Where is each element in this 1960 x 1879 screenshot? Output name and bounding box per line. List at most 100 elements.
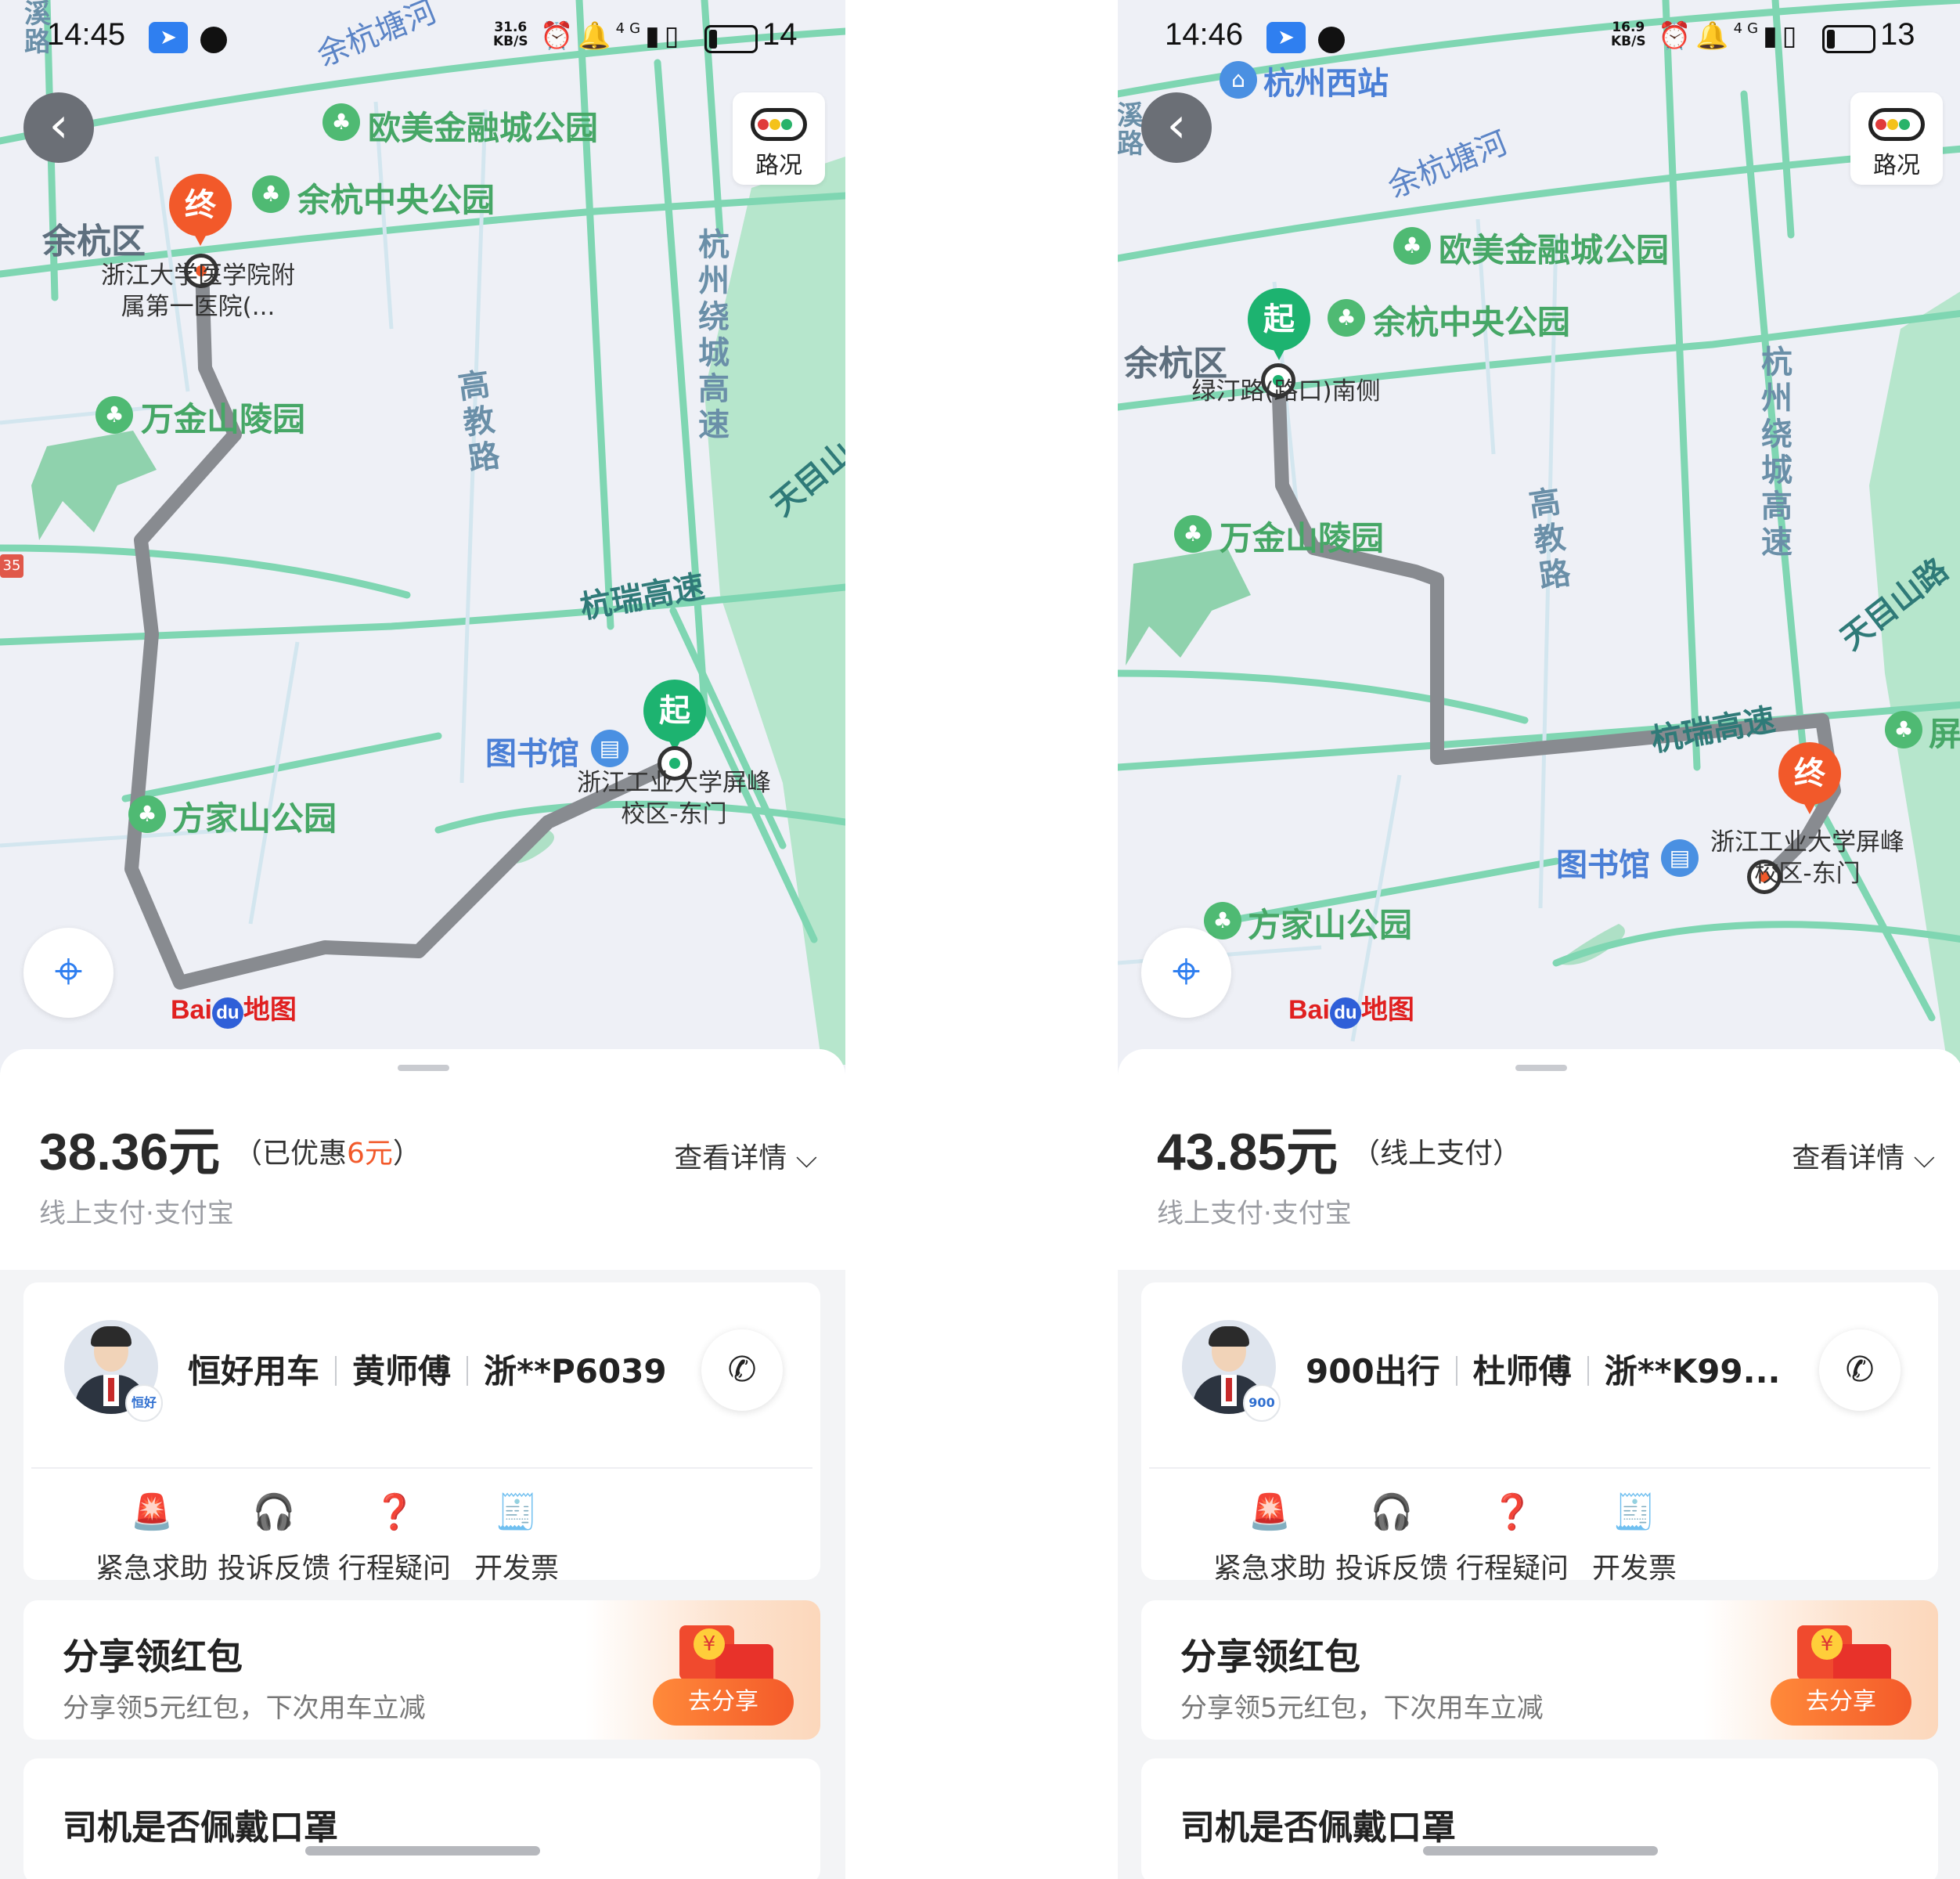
mask-survey-card[interactable]: 司机是否佩戴口罩 (1141, 1758, 1938, 1879)
mask-survey-title: 司机是否佩戴口罩 (1180, 1808, 1456, 1848)
poi-wanjinshan[interactable]: 万金山陵园 (1220, 512, 1384, 560)
fare-payment-note: （线上支付） (1352, 1138, 1522, 1170)
poi-fangjiashan-park[interactable]: 方家山公园 (172, 792, 337, 840)
sheet-drag-handle[interactable] (398, 1065, 449, 1071)
trip-sheet: 38.36元 （已优惠6元） 查看详情 ⌵ 线上支付·支付宝 恒好 恒好用车 黄师… (0, 1049, 845, 1879)
driver-info: 恒好用车 黄师傅 浙**P6039 (188, 1345, 667, 1393)
status-bar: 14:46 ➤ 16.9 KB/S ⏰🔔4G▮▯ 13 (1118, 14, 1960, 61)
share-card[interactable]: 分享领红包 分享领5元红包，下次用车立减 ¥ 去分享 (1141, 1600, 1938, 1740)
share-card[interactable]: 分享领红包 分享领5元红包，下次用车立减 ¥ 去分享 (23, 1600, 820, 1740)
notification-dot-icon (1318, 27, 1345, 53)
traffic-toggle-button[interactable]: 路况 (733, 92, 825, 185)
park-icon: ♣ (1328, 299, 1365, 337)
status-time: 14:45 (47, 17, 126, 52)
mask-survey-card[interactable]: 司机是否佩戴口罩 (23, 1758, 820, 1879)
end-pin[interactable]: 终 (1778, 742, 1841, 836)
library-icon: ▤ (591, 730, 629, 767)
share-title: 分享领红包 (63, 1636, 243, 1678)
train-station-icon: ⌂ (1220, 61, 1257, 99)
action-row: 🚨 紧急求助 🎧 投诉反馈 ❓ 行程疑问 🧾 开发票 (23, 1491, 820, 1585)
road-number-badge: 35 (0, 554, 23, 578)
call-driver-button[interactable]: ✆ (1819, 1329, 1901, 1411)
locate-button[interactable]: ⌖ (23, 928, 113, 1018)
screen-left: 余杭塘河 余杭区 杭瑞高速 杭州绕城高速 高教路 天目山 溪路 35 ♣ 欧美金… (0, 0, 845, 1879)
map-view[interactable]: 余杭塘河 余杭区 ⌂ 杭州西站 杭瑞高速 天目山路 杭州绕城高速 高教路 溪路 … (1118, 0, 1960, 1080)
status-icons: ⏰🔔4G▮▯ (1658, 20, 1802, 52)
status-time: 14:46 (1165, 17, 1244, 52)
poi-library[interactable]: 图书馆 (1556, 839, 1650, 885)
poi-oumei-park[interactable]: 欧美金融城公园 (368, 102, 598, 150)
view-details-link[interactable]: 查看详情 ⌵ (674, 1135, 817, 1176)
locate-icon: ⌖ (1172, 943, 1201, 1001)
road-label-ring-expressway: 杭州绕城高速 (1761, 344, 1792, 561)
network-speed: 16.9 KB/S (1611, 20, 1646, 49)
fare-panel: 43.85元 （线上支付） 查看详情 ⌵ 线上支付·支付宝 (1118, 1049, 1960, 1270)
locate-button[interactable]: ⌖ (1141, 928, 1231, 1018)
call-driver-button[interactable]: ✆ (701, 1329, 783, 1411)
fare-amount: 38.36元 (39, 1123, 221, 1181)
ride-company: 恒好用车 (188, 1352, 320, 1390)
map-view[interactable]: 余杭塘河 余杭区 杭瑞高速 杭州绕城高速 高教路 天目山 溪路 35 ♣ 欧美金… (0, 0, 845, 1080)
payment-method: 线上支付·支付宝 (39, 1198, 234, 1229)
invoice-button[interactable]: 🧾 开发票 (438, 1491, 595, 1586)
battery-level: 14 (762, 17, 798, 52)
map-background (0, 0, 845, 1065)
poi-library[interactable]: 图书馆 (485, 728, 579, 774)
cemetery-icon: ♣ (95, 396, 133, 434)
notification-dot-icon (200, 27, 227, 53)
sheet-drag-handle[interactable] (1515, 1065, 1567, 1071)
district-label: 余杭区 (42, 222, 146, 261)
go-share-button[interactable]: 去分享 (1771, 1679, 1911, 1726)
back-button[interactable]: ‹ (1141, 92, 1212, 163)
home-indicator[interactable] (1423, 1846, 1658, 1856)
poi-fangjiashan-park[interactable]: 方家山公园 (1248, 899, 1412, 947)
baidu-map-logo: Bai du 地图 (1288, 988, 1414, 1029)
park-icon: ♣ (252, 175, 290, 213)
chevron-left-icon: ‹ (49, 96, 69, 153)
traffic-light-icon (1868, 108, 1925, 141)
fare-amount: 43.85元 (1157, 1123, 1338, 1181)
share-subtitle: 分享领5元红包，下次用车立减 (1180, 1693, 1544, 1724)
share-subtitle: 分享领5元红包，下次用车立减 (63, 1693, 426, 1724)
end-location-label: 浙江工业大学屏峰校区-东门 (1710, 828, 1904, 888)
park-icon: ♣ (1393, 227, 1431, 265)
poi-hangzhou-west-station[interactable]: 杭州西站 (1263, 58, 1389, 103)
back-button[interactable]: ‹ (23, 92, 94, 163)
mask-survey-title: 司机是否佩戴口罩 (63, 1808, 338, 1848)
poi-yuhang-central-park[interactable]: 余杭中央公园 (297, 174, 495, 222)
fare-panel: 38.36元 （已优惠6元） 查看详情 ⌵ 线上支付·支付宝 (0, 1049, 845, 1270)
end-location-label: 浙江大学医学院附属第一医院(... (101, 261, 295, 321)
payment-method: 线上支付·支付宝 (1157, 1198, 1352, 1229)
chevron-left-icon: ‹ (1166, 96, 1187, 153)
screen-right: 余杭塘河 余杭区 ⌂ 杭州西站 杭瑞高速 天目山路 杭州绕城高速 高教路 溪路 … (1118, 0, 1960, 1879)
driver-info: 900出行 杜师傅 浙**K99... (1306, 1345, 1780, 1393)
cemetery-icon: ♣ (1174, 515, 1212, 553)
poi-oumei-park[interactable]: 欧美金融城公园 (1439, 224, 1669, 272)
trip-sheet: 43.85元 （线上支付） 查看详情 ⌵ 线上支付·支付宝 900 900出行杜… (1118, 1049, 1960, 1879)
home-indicator[interactable] (305, 1846, 540, 1856)
invoice-button[interactable]: 🧾 开发票 (1556, 1491, 1713, 1586)
driver-name: 黄师傅 (352, 1352, 452, 1390)
view-details-link[interactable]: 查看详情 ⌵ (1792, 1135, 1935, 1176)
route-line (1271, 369, 1841, 884)
baidu-map-logo: Bai du 地图 (171, 988, 297, 1029)
license-plate: 浙**P6039 (484, 1352, 667, 1390)
invoice-icon: 🧾 (495, 1492, 539, 1532)
invoice-icon: 🧾 (1612, 1492, 1656, 1532)
poi-yuhang-central-park[interactable]: 余杭中央公园 (1373, 296, 1570, 344)
chevron-down-icon: ⌵ (1913, 1142, 1935, 1174)
go-share-button[interactable]: 去分享 (653, 1679, 794, 1726)
park-icon: ♣ (128, 795, 166, 833)
poi-ping-partial[interactable]: 屏 (1929, 708, 1960, 756)
ride-company: 900出行 (1306, 1352, 1440, 1390)
share-title: 分享领红包 (1180, 1636, 1360, 1678)
fare-discount-note: （已优惠6元） (234, 1138, 421, 1170)
road-label-ring-expressway: 杭州绕城高速 (698, 227, 730, 443)
park-icon: ♣ (1885, 711, 1922, 748)
battery-icon (704, 25, 758, 53)
poi-wanjinshan[interactable]: 万金山陵园 (141, 393, 305, 441)
driver-card: 恒好 恒好用车 黄师傅 浙**P6039 ✆ 🚨 紧急求助 🎧 投诉反馈 ❓ 行程疑问 🧾… (23, 1282, 820, 1585)
locate-icon: ⌖ (54, 943, 83, 1001)
traffic-toggle-button[interactable]: 路况 (1850, 92, 1943, 185)
navigation-icon: ➤ (149, 22, 188, 53)
